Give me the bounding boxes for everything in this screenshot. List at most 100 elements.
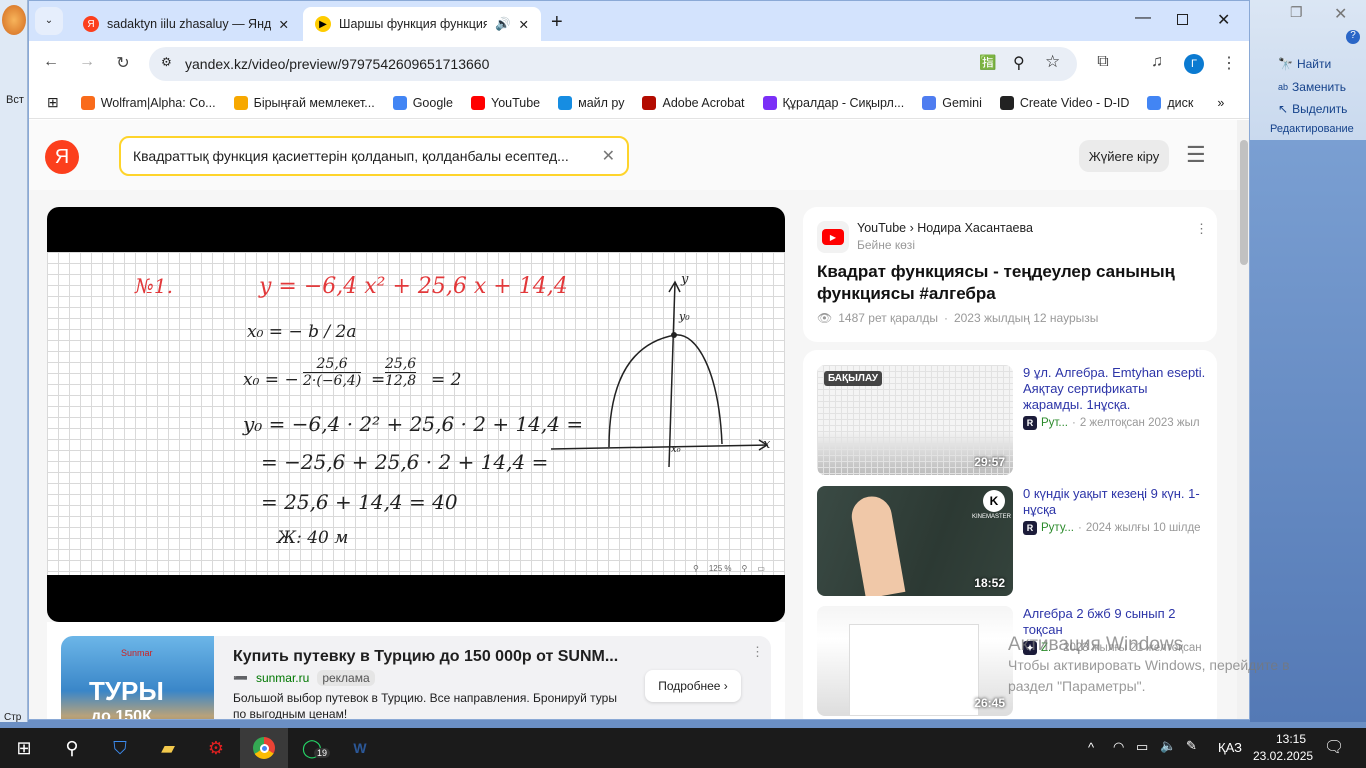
- fraction-2: 25,6 12,8: [385, 356, 417, 389]
- board-zoom-controls: ⚲ 125 % ⚲ ▭: [693, 564, 765, 573]
- tab-video-active[interactable]: ▶ Шаршы функция функциясы 🔊 ✕: [303, 7, 541, 41]
- ad-menu-icon[interactable]: ⋮: [751, 644, 764, 660]
- related-item[interactable]: K KINEMASTER 18:52 0 күндік уақыт кезеңі…: [817, 486, 1207, 598]
- bookmark-item[interactable]: YouTube: [471, 95, 540, 110]
- site-settings-icon[interactable]: ⚙: [161, 55, 172, 69]
- ad-title[interactable]: Купить путевку в Турцию до 150 000р от S…: [233, 648, 618, 666]
- fit-icon: ▭: [757, 564, 765, 573]
- cursor-icon: ↖: [1278, 102, 1289, 116]
- related-title[interactable]: 0 күндік уақыт кезеңі 9 күн. 1-нұсқа: [1023, 486, 1207, 518]
- sunmar-icon: ➖: [233, 671, 248, 685]
- file-explorer-icon[interactable]: ▰: [144, 728, 192, 768]
- new-tab-button[interactable]: +: [551, 11, 563, 34]
- bookmark-item[interactable]: Create Video - D-ID: [999, 95, 1129, 110]
- channel-link[interactable]: Нодира Хасантаева: [917, 221, 1033, 235]
- help-icon[interactable]: ?: [1346, 30, 1360, 44]
- clock-date[interactable]: 23.02.2025: [1253, 749, 1313, 763]
- close-tab-icon[interactable]: ✕: [279, 17, 289, 32]
- close-window-button[interactable]: ✕: [1217, 10, 1230, 30]
- related-item[interactable]: БАҚЫЛАУ 29:57 9 ұл. Алгебра. Emtyhan ese…: [817, 365, 1207, 477]
- rutube-icon: R: [1023, 416, 1037, 430]
- scrollbar-thumb[interactable]: [1240, 140, 1248, 265]
- ad-image[interactable]: Sunmar ТУРЫ до 150К: [61, 636, 214, 719]
- restore-icon[interactable]: ❐: [1290, 4, 1303, 21]
- duration: 29:57: [974, 455, 1005, 469]
- yandex-logo[interactable]: Я: [45, 140, 79, 174]
- apps-grid-icon[interactable]: ⊞: [47, 94, 59, 111]
- chrome-icon[interactable]: [240, 728, 288, 768]
- whatsapp-icon[interactable]: ◯ 19: [288, 728, 336, 768]
- bookmark-item[interactable]: Gemini: [922, 95, 982, 110]
- game-app-icon[interactable]: ⚙: [192, 728, 240, 768]
- video-player[interactable]: №1. y = −6,4 x² + 25,6 x + 14,4 x₀ = − b…: [47, 207, 785, 622]
- word-select-button[interactable]: ↖ Выделить: [1278, 102, 1347, 116]
- close-tab-icon[interactable]: ✕: [519, 17, 529, 32]
- url-text: yandex.kz/video/preview/9797542609651713…: [185, 56, 490, 72]
- yandex-video-icon: ▶: [315, 16, 331, 32]
- ad-domain[interactable]: sunmar.ru: [256, 671, 309, 685]
- google-icon: [392, 95, 407, 110]
- start-windows-icon[interactable]: ⊞: [0, 728, 48, 768]
- reload-icon[interactable]: ↻: [111, 53, 135, 73]
- translate-icon[interactable]: 🈯: [979, 54, 996, 71]
- more-bookmarks-button[interactable]: »: [1217, 96, 1224, 110]
- notifications-icon[interactable]: 🗨: [1324, 737, 1344, 757]
- maximize-button[interactable]: [1177, 14, 1188, 25]
- ad-cta-button[interactable]: Подробнее ›: [645, 670, 741, 702]
- word-find-button[interactable]: 🔭 Найти: [1278, 57, 1331, 71]
- bookmark-item[interactable]: майл ру: [558, 95, 624, 110]
- binoculars-icon: 🔭: [1278, 57, 1293, 71]
- show-hidden-icons[interactable]: ^: [1088, 740, 1094, 755]
- bookmarks-bar: ⊞ Wolfram|Alpha: Co... Бірыңғай мемлекет.…: [29, 87, 1249, 119]
- audio-playing-icon[interactable]: 🔊: [495, 17, 511, 32]
- ad-card[interactable]: Sunmar ТУРЫ до 150К Купить путевку в Тур…: [61, 636, 771, 719]
- line-x0: x₀ = −: [243, 370, 299, 390]
- pen-icon[interactable]: ✎: [1186, 738, 1197, 754]
- bookmark-star-icon[interactable]: ☆: [1045, 52, 1060, 72]
- vertex-x-label: x₀: [671, 444, 681, 455]
- tab-yandex-search[interactable]: Я sadaktyn iilu zhasaluy — Яндекс ✕: [71, 7, 301, 41]
- language-indicator[interactable]: ҚАЗ: [1218, 740, 1242, 755]
- bookmark-item[interactable]: Бірыңғай мемлекет...: [233, 95, 375, 110]
- word-replace-button[interactable]: ab Заменить: [1278, 80, 1346, 94]
- address-bar[interactable]: ⚙ yandex.kz/video/preview/97975426096517…: [149, 47, 1077, 81]
- search-input[interactable]: Квадраттық функция қасиеттерін қолданып,…: [119, 136, 629, 176]
- media-control-icon[interactable]: ♫: [1145, 53, 1169, 71]
- menu-kebab-icon[interactable]: ⋮: [1217, 53, 1241, 73]
- equals: =: [371, 370, 386, 390]
- security-app-icon[interactable]: ⛉: [96, 728, 144, 768]
- info-menu-icon[interactable]: ⋮: [1195, 221, 1208, 237]
- bookmark-item[interactable]: Google: [392, 95, 453, 110]
- office-button[interactable]: [2, 5, 26, 35]
- zoom-in-icon: ⚲: [741, 564, 748, 573]
- related-title[interactable]: 9 ұл. Алгебра. Emtyhan esepti. Аяқтау се…: [1023, 365, 1207, 413]
- hamburger-menu-icon[interactable]: ☰: [1186, 142, 1206, 168]
- bookmark-item[interactable]: Құралдар - Сиқырл...: [762, 95, 904, 110]
- minimize-button[interactable]: —: [1135, 9, 1151, 27]
- thumbnail: 26:45: [817, 606, 1013, 716]
- word-icon[interactable]: W: [336, 728, 384, 768]
- profile-avatar[interactable]: Г: [1184, 54, 1204, 74]
- word-insert-tab[interactable]: Вст: [6, 94, 24, 106]
- line-y0: y₀ = −6,4 · 2² + 25,6 · 2 + 14,4 =: [243, 412, 584, 436]
- bookmark-item[interactable]: Wolfram|Alpha: Co...: [80, 95, 216, 110]
- battery-icon[interactable]: ▭: [1136, 739, 1148, 755]
- search-icon[interactable]: ⚲: [48, 728, 96, 768]
- back-icon[interactable]: ←: [39, 53, 63, 71]
- close-icon[interactable]: ✕: [1334, 4, 1347, 24]
- forward-icon[interactable]: →: [75, 53, 99, 71]
- source-link[interactable]: YouTube: [857, 221, 906, 235]
- wifi-icon[interactable]: ◠: [1113, 739, 1124, 755]
- clear-search-icon[interactable]: ✕: [602, 146, 615, 166]
- page-scrollbar[interactable]: [1237, 120, 1249, 719]
- eye-icon: 👁: [817, 311, 833, 325]
- extensions-icon[interactable]: ⧉: [1091, 53, 1115, 71]
- line-x0-formula: x₀ = − b / 2a: [247, 322, 357, 342]
- bookmark-item[interactable]: Adobe Acrobat: [642, 95, 745, 110]
- tab-search-button[interactable]: ⌄: [35, 7, 63, 35]
- login-button[interactable]: Жүйеге кіру: [1079, 140, 1169, 172]
- clock-time[interactable]: 13:15: [1266, 732, 1316, 746]
- zoom-icon[interactable]: ⚲: [1013, 53, 1025, 73]
- volume-icon[interactable]: 🔈: [1160, 738, 1176, 754]
- bookmark-item[interactable]: диск: [1147, 95, 1193, 110]
